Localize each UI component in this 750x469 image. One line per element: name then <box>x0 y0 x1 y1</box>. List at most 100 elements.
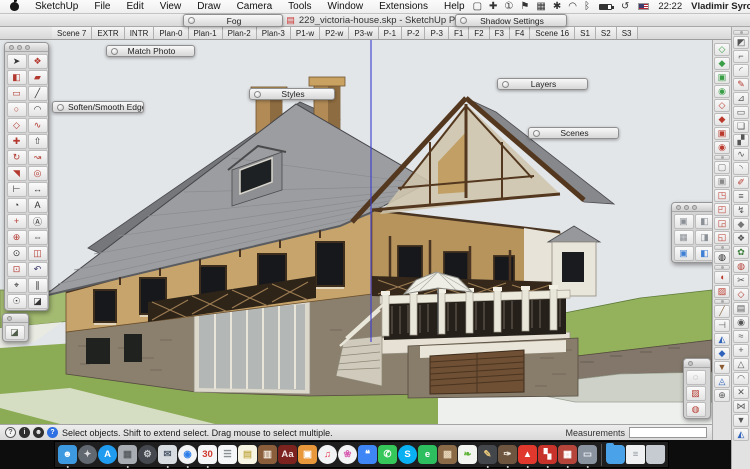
scene-tab[interactable]: EXTR <box>92 27 124 39</box>
push-pull-tool[interactable]: ⇧ <box>28 134 48 149</box>
scene-tab[interactable]: Plan-3 <box>257 27 291 39</box>
fog-panel[interactable]: Fog <box>183 14 283 27</box>
toolbar-icon[interactable]: ✎ <box>733 78 749 91</box>
offset-tool[interactable]: ◎ <box>28 166 48 181</box>
info-circle-icon[interactable]: ① <box>504 2 513 12</box>
toolbar-icon[interactable]: ◇ <box>733 288 749 301</box>
menu-clock[interactable]: 22:22 <box>658 1 682 12</box>
styles-panel[interactable]: Styles <box>249 88 335 100</box>
dock-style-builder[interactable]: ▦ <box>558 445 577 464</box>
toolbar-icon[interactable]: ◲ <box>714 217 730 230</box>
toolbar-icon[interactable]: ✿ <box>733 246 749 259</box>
palette-header[interactable] <box>672 203 716 212</box>
toolbar-icon[interactable]: ▢ <box>714 161 730 174</box>
menu-item[interactable]: Extensions <box>371 1 436 12</box>
dock-evernote[interactable]: e <box>418 445 437 464</box>
rotate-tool[interactable]: ↻ <box>7 150 27 165</box>
menu-item[interactable]: View <box>152 1 190 12</box>
tape-measure-tool[interactable]: ⊢ <box>7 182 27 197</box>
circle-tool[interactable]: ○ <box>7 102 27 117</box>
zoom-extents-tool[interactable]: ⊡ <box>7 262 27 277</box>
toolbar-icon[interactable]: ◝ <box>733 162 749 175</box>
previous-view-tool[interactable]: ↶ <box>28 262 48 277</box>
look-around-tool[interactable]: ☉ <box>7 294 27 309</box>
dock-dictionary[interactable]: Аа <box>278 445 297 464</box>
axes-tool[interactable]: + <box>7 214 27 229</box>
user-icon[interactable]: ☻ <box>33 427 44 438</box>
collapse-button[interactable] <box>460 17 467 24</box>
collapse-button[interactable] <box>111 48 118 55</box>
toolbar-icon[interactable]: ◱ <box>714 231 730 244</box>
soften-smooth-edges-panel[interactable]: Soften/Smooth Edges <box>52 101 144 113</box>
view-icon[interactable]: ▦ <box>674 230 694 245</box>
dock-contacts[interactable]: ▥ <box>258 445 277 464</box>
arc-tool[interactable]: ◠ <box>28 102 48 117</box>
toolbar-icon[interactable]: ◉ <box>714 85 730 98</box>
collapse-button[interactable] <box>57 104 64 111</box>
scene-tab[interactable]: Plan-2 <box>223 27 257 39</box>
battery-icon[interactable] <box>599 4 612 10</box>
dock-facetime[interactable]: ✆ <box>378 445 397 464</box>
dock-mail[interactable]: ✉ <box>158 445 177 464</box>
dock-documents[interactable]: ≡ <box>626 445 645 464</box>
dock-sketchup[interactable]: ▲ <box>518 445 537 464</box>
scene-tab[interactable]: Plan-0 <box>154 27 188 39</box>
view-icon[interactable]: ▣ <box>674 246 694 261</box>
toolbar-icon[interactable]: ▨ <box>714 285 730 298</box>
toolbar-icon[interactable]: ◆ <box>714 57 730 70</box>
app-window-icon[interactable]: ▢ <box>473 2 482 12</box>
window-title-bar[interactable]: ▤ 229_victoria-house.skp - SketchUp Pro <box>0 14 750 27</box>
dock-notes[interactable]: ▤ <box>238 445 257 464</box>
scene-tab[interactable]: P-1 <box>379 27 402 39</box>
menu-item[interactable]: Help <box>436 1 473 12</box>
toolbar-icon[interactable]: ▤ <box>733 302 749 315</box>
input-language-flag-icon[interactable] <box>638 3 649 10</box>
bluetooth-icon[interactable]: ᛒ <box>584 2 590 12</box>
dock-pencil-app[interactable]: ✎ <box>478 445 497 464</box>
scene-tab[interactable]: F1 <box>449 27 469 39</box>
toolbar-icon[interactable] <box>733 30 749 35</box>
toolbar-icon[interactable]: ✕ <box>733 386 749 399</box>
scene-tab[interactable]: F2 <box>469 27 489 39</box>
collapse-button[interactable] <box>533 130 540 137</box>
toolbar-icon[interactable]: ◭ <box>714 333 730 346</box>
large-tool-set-palette[interactable]: ➤❖◧▰▭╱○◠◇∿✚⇧↻↝◥◎⊢↔◔A+Ⓐ⊕⇔⊙◫⊡↶⌖∥☉◪ <box>4 42 49 311</box>
toolbar-icon[interactable] <box>714 245 730 250</box>
make-component-tool[interactable]: ❖ <box>28 54 48 69</box>
mini-tool-palette-left[interactable]: ◪ <box>2 313 29 342</box>
toolbar-icon[interactable]: ❖ <box>733 232 749 245</box>
dock-safari[interactable]: ◉ <box>178 445 197 464</box>
dock-separator[interactable] <box>601 444 602 466</box>
toolbar-icon[interactable]: ≡ <box>733 190 749 203</box>
apple-menu-icon[interactable] <box>10 2 19 11</box>
scale-tool[interactable]: ◥ <box>7 166 27 181</box>
toolbar-icon[interactable]: ◩ <box>733 36 749 49</box>
orbit-tool[interactable]: ⊕ <box>7 230 27 245</box>
dock-skype[interactable]: S <box>398 445 417 464</box>
standard-views-palette[interactable]: ▣◧▦◨▣◧ <box>671 202 717 263</box>
menu-item[interactable]: SketchUp <box>27 1 86 12</box>
zoom-window-tool[interactable]: ◫ <box>28 246 48 261</box>
dock-folder[interactable] <box>606 445 625 464</box>
palette-header[interactable] <box>5 43 48 52</box>
scene-tab[interactable]: F4 <box>510 27 530 39</box>
toolbar-icon[interactable]: ▣ <box>714 71 730 84</box>
toolbar-icon[interactable]: ⊿ <box>733 92 749 105</box>
dock-display-app[interactable]: ▦ <box>118 445 137 464</box>
toolbar-icon[interactable]: ◜ <box>733 64 749 77</box>
toolbar-icon[interactable]: ◍ <box>733 260 749 273</box>
time-machine-icon[interactable]: ↺ <box>621 2 629 12</box>
toolbar-icon[interactable]: ◇ <box>714 43 730 56</box>
collapse-button[interactable] <box>188 17 195 24</box>
view-icon[interactable]: ▣ <box>674 214 694 229</box>
health-icon[interactable]: ✚ <box>489 2 497 12</box>
dock-messages[interactable]: ❝ <box>358 445 377 464</box>
toolbar-icon[interactable]: ◉ <box>733 316 749 329</box>
menu-item[interactable]: Window <box>320 1 372 12</box>
scene-tab[interactable]: S2 <box>596 27 617 39</box>
toolbar-icon[interactable]: ⋈ <box>733 400 749 413</box>
display-icon[interactable]: ▦ <box>536 2 545 12</box>
dock-launchpad[interactable]: ✦ <box>78 445 97 464</box>
toolbar-icon[interactable]: ◇ <box>714 99 730 112</box>
dock-photos[interactable]: ❀ <box>338 445 357 464</box>
